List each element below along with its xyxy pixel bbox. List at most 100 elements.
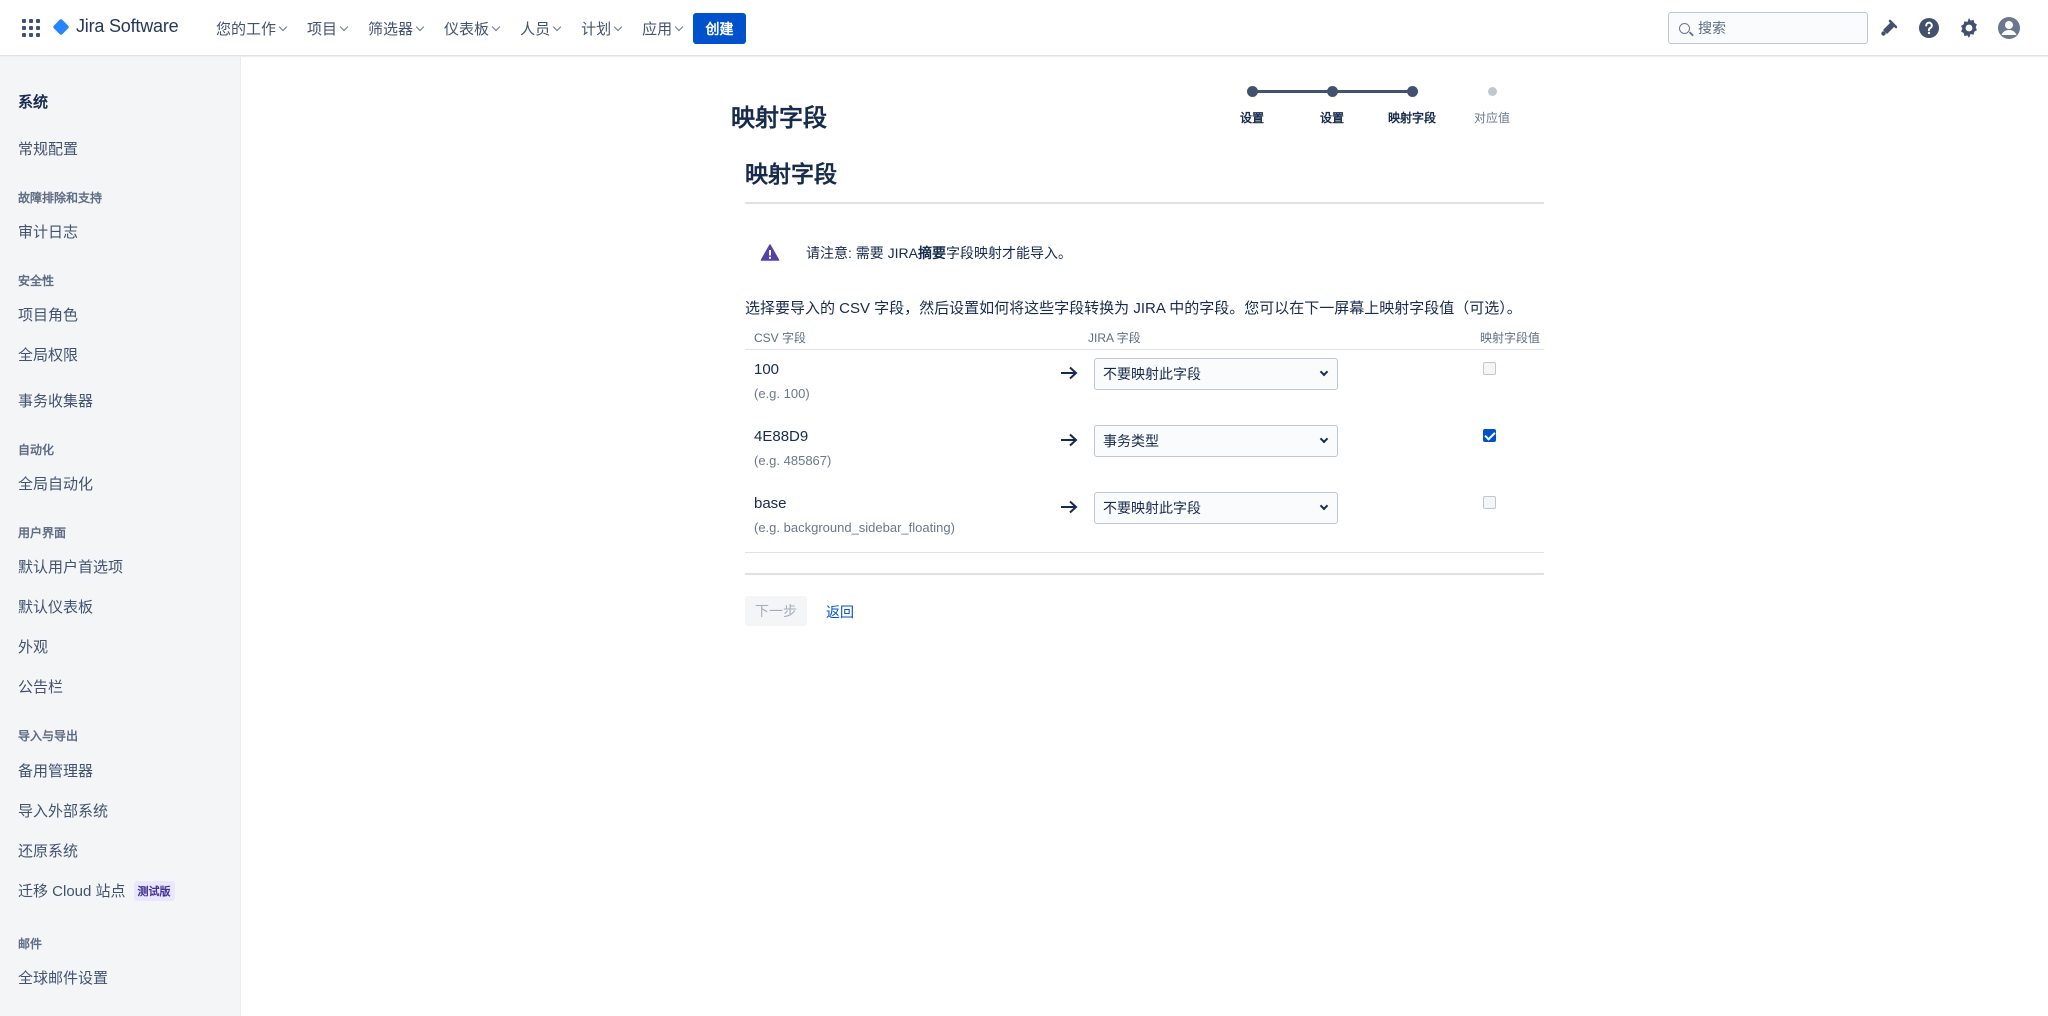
progress-step-label: 对应值 (1473, 111, 1510, 125)
chevron-down-icon (552, 22, 562, 31)
nav-label: 您的工作 (216, 20, 277, 38)
sidebar-group-import-export: 导入与导出 (18, 729, 79, 743)
help-icon[interactable] (1917, 16, 1941, 40)
nav-label: 仪表板 (444, 20, 490, 38)
progress-step-label: 设置 (1319, 111, 1344, 125)
sidebar-item-global-automation[interactable]: 全局自动化 (18, 473, 93, 494)
progress-step-label: 映射字段 (1387, 111, 1436, 125)
sidebar-item-backup-manager[interactable]: 备用管理器 (18, 760, 93, 781)
jira-logo[interactable]: Jira Software (52, 16, 179, 37)
primary-nav: 您的工作 项目 筛选器 仪表板 人员 计划 应用 (216, 0, 703, 56)
divider (745, 349, 1544, 350)
chevron-down-icon (1319, 434, 1329, 444)
sidebar-item-external-system-import[interactable]: 导入外部系统 (18, 800, 108, 821)
section-title: 映射字段 (745, 161, 837, 187)
jira-field-select[interactable]: 不要映射此字段 (1094, 358, 1338, 390)
csv-field-name: 4E88D9 (754, 428, 809, 445)
divider (745, 573, 1544, 575)
chevron-down-icon (1319, 367, 1329, 377)
notification-icon[interactable] (1877, 16, 1901, 40)
logo-text: Jira Software (76, 16, 179, 36)
search-box[interactable] (1668, 12, 1868, 44)
progress-step-label: 设置 (1239, 111, 1264, 125)
nav-plans[interactable]: 计划 (581, 18, 623, 39)
chevron-down-icon (278, 22, 288, 31)
csv-field-example: (e.g. 485867) (754, 453, 832, 468)
nav-projects[interactable]: 项目 (307, 18, 349, 39)
search-icon (1679, 22, 1690, 34)
csv-field-example: (e.g. 100) (754, 386, 810, 401)
page-title: 映射字段 (731, 105, 827, 132)
sidebar-item-project-roles[interactable]: 项目角色 (18, 304, 78, 325)
notice-prefix: 请注意: 需要 JIRA (806, 245, 919, 261)
progress-step-dot (1407, 86, 1418, 97)
sidebar-item-global-permissions[interactable]: 全局权限 (18, 344, 78, 365)
profile-icon[interactable] (1997, 16, 2021, 40)
nav-label: 项目 (307, 20, 338, 38)
column-header-map-values: 映射字段值 (1480, 331, 1541, 345)
app-switcher-icon[interactable] (20, 17, 40, 37)
nav-people[interactable]: 人员 (520, 18, 562, 39)
sidebar-group-security: 安全性 (18, 274, 55, 288)
chevron-down-icon (491, 22, 501, 31)
sidebar-item-general-config[interactable]: 常规配置 (18, 138, 78, 159)
sidebar-item-label: 迁移 Cloud 站点 (18, 883, 126, 900)
column-header-jira: JIRA 字段 (1088, 331, 1141, 345)
chevron-down-icon (339, 22, 349, 31)
sidebar-item-migrate-cloud-site[interactable]: 迁移 Cloud 站点 测试版 (18, 880, 175, 901)
sidebar-item-restore-system[interactable]: 还原系统 (18, 840, 78, 861)
create-button[interactable]: 创建 (693, 13, 746, 44)
arrow-right-icon (1061, 433, 1078, 447)
next-button[interactable]: 下一步 (745, 596, 807, 626)
notice-text: 请注意: 需要 JIRA摘要字段映射才能导入。 (806, 243, 1072, 263)
jira-field-select[interactable]: 不要映射此字段 (1094, 492, 1338, 524)
divider (745, 202, 1544, 204)
chevron-down-icon (415, 22, 425, 31)
csv-field-example: (e.g. background_sidebar_floating) (754, 520, 955, 535)
sidebar-item-look-and-feel[interactable]: 外观 (18, 636, 48, 657)
settings-icon[interactable] (1957, 16, 1981, 40)
nav-label: 筛选器 (368, 20, 414, 38)
nav-filters[interactable]: 筛选器 (368, 18, 425, 39)
map-values-checkbox[interactable] (1483, 362, 1496, 375)
chevron-down-icon (674, 22, 684, 31)
sidebar-group-user-interface: 用户界面 (18, 526, 67, 540)
nav-label: 应用 (642, 20, 673, 38)
jira-field-select[interactable]: 事务类型 (1094, 425, 1338, 457)
select-value: 不要映射此字段 (1103, 500, 1201, 516)
warning-icon (760, 244, 780, 261)
notice-suffix: 字段映射才能导入。 (946, 245, 1073, 261)
select-value: 不要映射此字段 (1103, 366, 1201, 382)
map-values-checkbox[interactable] (1483, 429, 1496, 442)
progress-step-dot-pending (1488, 87, 1497, 96)
back-link[interactable]: 返回 (826, 602, 854, 622)
intro-text: 选择要导入的 CSV 字段，然后设置如何将这些字段转换为 JIRA 中的字段。您… (745, 300, 1522, 317)
divider (745, 552, 1544, 553)
nav-your-work[interactable]: 您的工作 (216, 18, 288, 39)
sidebar-heading: 系统 (18, 94, 49, 111)
sidebar-group-mail: 邮件 (18, 937, 43, 951)
sidebar-item-audit-log[interactable]: 审计日志 (18, 221, 78, 242)
sidebar-item-default-user-preferences[interactable]: 默认用户首选项 (18, 556, 123, 577)
nav-apps[interactable]: 应用 (642, 18, 684, 39)
chevron-down-icon (613, 22, 623, 31)
sidebar-item-issue-collectors[interactable]: 事务收集器 (18, 390, 93, 411)
search-input[interactable] (1698, 20, 1858, 36)
map-values-checkbox[interactable] (1483, 496, 1496, 509)
nav-label: 计划 (581, 20, 612, 38)
nav-dashboards[interactable]: 仪表板 (444, 18, 501, 39)
top-navigation: Jira Software 您的工作 项目 筛选器 仪表板 人员 计划 应用 创… (0, 0, 2048, 56)
progress-step-dot (1327, 86, 1338, 97)
nav-label: 人员 (520, 20, 551, 38)
sidebar-item-announcement-banner[interactable]: 公告栏 (18, 676, 63, 697)
arrow-right-icon (1061, 366, 1078, 380)
progress-tracker: 设置 设置 映射字段 对应值 (1215, 82, 1525, 132)
csv-field-name: base (754, 495, 787, 512)
sidebar-group-automation: 自动化 (18, 443, 55, 457)
sidebar-group-troubleshooting: 故障排除和支持 (18, 191, 103, 205)
arrow-right-icon (1061, 500, 1078, 514)
sidebar-item-global-mail-settings[interactable]: 全球邮件设置 (18, 967, 108, 988)
csv-field-name: 100 (754, 361, 780, 378)
column-header-csv: CSV 字段 (754, 331, 807, 345)
sidebar-item-default-dashboard[interactable]: 默认仪表板 (18, 596, 93, 617)
